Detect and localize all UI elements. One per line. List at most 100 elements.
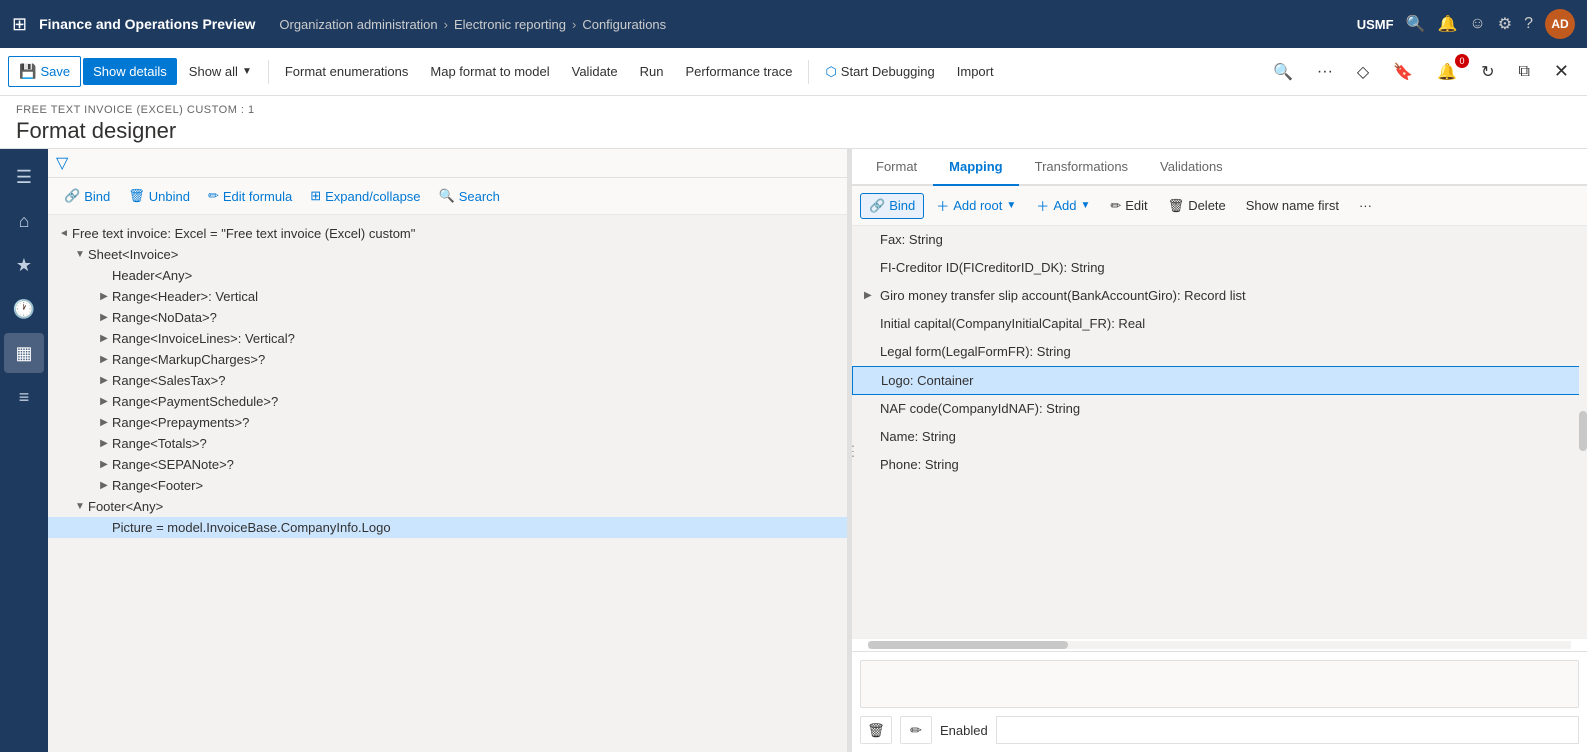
breadcrumb-config[interactable]: Configurations	[582, 17, 666, 32]
start-debugging-button[interactable]: ⬡ Start Debugging	[815, 58, 944, 86]
add-chevron-icon: ▼	[1080, 200, 1090, 211]
mapping-item-phone[interactable]: Phone: String	[852, 451, 1587, 479]
tree-item-range-footer[interactable]: ▶ Range<Footer>	[48, 475, 847, 496]
search-toolbar-icon[interactable]: 🔍	[1263, 56, 1303, 88]
tree-item-range-nodata[interactable]: ▶ Range<NoData>?	[48, 307, 847, 328]
mapping-item-giro[interactable]: ▶ Giro money transfer slip account(BankA…	[852, 282, 1587, 310]
tree-item-picture[interactable]: Picture = model.InvoiceBase.CompanyInfo.…	[48, 517, 847, 538]
bind-right-button[interactable]: 🔗 Bind	[860, 193, 924, 219]
mapping-item-initial-capital[interactable]: Initial capital(CompanyInitialCapital_FR…	[852, 310, 1587, 338]
range-prepayments-toggle-icon[interactable]: ▶	[96, 417, 112, 428]
add-button[interactable]: ＋ Add ▼	[1028, 192, 1098, 219]
notification-badge-btn[interactable]: 🔔 0	[1427, 56, 1467, 88]
import-button[interactable]: Import	[947, 58, 1004, 85]
mapping-item-logo[interactable]: Logo: Container	[852, 366, 1587, 395]
range-sepa-toggle-icon[interactable]: ▶	[96, 459, 112, 470]
range-salestax-toggle-icon[interactable]: ▶	[96, 375, 112, 386]
smiley-icon[interactable]: ☺	[1469, 15, 1485, 33]
h-scroll-container	[852, 638, 1587, 651]
tree-item-range-payment[interactable]: ▶ Range<PaymentSchedule>?	[48, 391, 847, 412]
formula-text-area[interactable]	[860, 660, 1579, 708]
edit-right-button[interactable]: ✏ Edit	[1102, 194, 1155, 218]
tree-item-sheet[interactable]: ▼ Sheet<Invoice>	[48, 244, 847, 265]
filter-icon[interactable]: ▽	[56, 153, 68, 173]
run-button[interactable]: Run	[630, 58, 674, 85]
tree-item-header[interactable]: Header<Any>	[48, 265, 847, 286]
more-right-button[interactable]: ···	[1351, 194, 1380, 217]
show-details-button[interactable]: Show details	[83, 58, 177, 85]
range-invoicelines-toggle-icon[interactable]: ▶	[96, 333, 112, 344]
tab-mapping[interactable]: Mapping	[933, 149, 1018, 186]
footer-toggle-icon[interactable]: ▼	[72, 501, 88, 512]
action-toolbar: 💾 Save Show details Show all ▼ Format en…	[0, 48, 1587, 96]
bookmark-icon[interactable]: 🔖	[1383, 56, 1423, 88]
mapping-item-legal-form[interactable]: Legal form(LegalFormFR): String	[852, 338, 1587, 366]
performance-trace-button[interactable]: Performance trace	[676, 58, 803, 85]
tree-item-range-invoicelines[interactable]: ▶ Range<InvoiceLines>: Vertical?	[48, 328, 847, 349]
root-toggle-icon[interactable]: ◄	[56, 228, 72, 239]
validate-button[interactable]: Validate	[562, 58, 628, 85]
breadcrumb-org[interactable]: Organization administration	[279, 17, 437, 32]
nav-workspaces-icon[interactable]: ▦	[4, 333, 44, 373]
save-button[interactable]: 💾 Save	[8, 56, 81, 87]
tree-item-footer[interactable]: ▼ Footer<Any>	[48, 496, 847, 517]
sheet-toggle-icon[interactable]: ▼	[72, 249, 88, 260]
tree-item-range-markup[interactable]: ▶ Range<MarkupCharges>?	[48, 349, 847, 370]
add-root-button[interactable]: ＋ Add root ▼	[928, 192, 1024, 219]
bind-left-button[interactable]: 🔗 Bind	[56, 184, 118, 208]
edit-formula-bottom-button[interactable]: ✏	[900, 716, 932, 744]
breadcrumb-er[interactable]: Electronic reporting	[454, 17, 566, 32]
range-totals-toggle-icon[interactable]: ▶	[96, 438, 112, 449]
tree-item-range-totals[interactable]: ▶ Range<Totals>?	[48, 433, 847, 454]
nav-favorites-icon[interactable]: ★	[4, 245, 44, 285]
show-name-first-button[interactable]: Show name first	[1238, 194, 1347, 217]
mapping-item-naf-code[interactable]: NAF code(CompanyIdNAF): String	[852, 395, 1587, 423]
range-nodata-toggle-icon[interactable]: ▶	[96, 312, 112, 323]
range-markup-toggle-icon[interactable]: ▶	[96, 354, 112, 365]
tab-transformations[interactable]: Transformations	[1019, 149, 1144, 186]
tree-item-range-prepayments[interactable]: ▶ Range<Prepayments>?	[48, 412, 847, 433]
delete-formula-button[interactable]: 🗑	[860, 716, 892, 744]
close-icon[interactable]: ✕	[1544, 55, 1579, 88]
nav-recent-icon[interactable]: 🕐	[4, 289, 44, 329]
help-icon[interactable]: ?	[1524, 15, 1533, 33]
bell-icon[interactable]: 🔔	[1437, 14, 1457, 34]
show-all-button[interactable]: Show all ▼	[179, 58, 262, 85]
expand-collapse-button[interactable]: ⊞ Expand/collapse	[302, 184, 428, 208]
search-left-button[interactable]: 🔍 Search	[431, 184, 508, 208]
range-header-toggle-icon[interactable]: ▶	[96, 291, 112, 302]
delete-right-button[interactable]: 🗑 Delete	[1160, 194, 1234, 218]
nav-home-icon[interactable]: ⌂	[4, 201, 44, 241]
mapping-scrollbar-thumb[interactable]	[1579, 411, 1587, 451]
tree-item-range-salestax[interactable]: ▶ Range<SalesTax>?	[48, 370, 847, 391]
enabled-input[interactable]	[996, 716, 1579, 744]
more-toolbar-icon[interactable]: ···	[1307, 57, 1343, 87]
tree-root-item[interactable]: ◄ Free text invoice: Excel = "Free text …	[48, 223, 847, 244]
app-title: Finance and Operations Preview	[39, 16, 255, 32]
tab-validations[interactable]: Validations	[1144, 149, 1239, 186]
mapping-item-name[interactable]: Name: String	[852, 423, 1587, 451]
mapping-item-fax[interactable]: Fax: String	[852, 226, 1587, 254]
open-new-icon[interactable]: ⧉	[1508, 57, 1539, 87]
range-footer-toggle-icon[interactable]: ▶	[96, 480, 112, 491]
giro-toggle-icon[interactable]: ▶	[864, 290, 880, 301]
format-enumerations-button[interactable]: Format enumerations	[275, 58, 419, 85]
nav-menu-icon[interactable]: ☰	[4, 157, 44, 197]
edit-formula-button[interactable]: ✏ Edit formula	[200, 184, 300, 208]
diamond-icon[interactable]: ◇	[1347, 56, 1379, 88]
tab-format[interactable]: Format	[860, 149, 933, 186]
mapping-item-fi-creditor[interactable]: FI-Creditor ID(FICreditorID_DK): String	[852, 254, 1587, 282]
unbind-button[interactable]: 🗑 Unbind	[120, 184, 198, 208]
nav-list-icon[interactable]: ≡	[4, 377, 44, 417]
search-icon[interactable]: 🔍	[1406, 14, 1426, 34]
avatar[interactable]: AD	[1545, 9, 1575, 39]
app-grid-icon[interactable]: ⊞	[12, 14, 27, 35]
map-format-button[interactable]: Map format to model	[420, 58, 559, 85]
refresh-icon[interactable]: ↻	[1471, 56, 1504, 88]
h-scroll-thumb[interactable]	[868, 641, 1068, 649]
tree-item-range-sepa[interactable]: ▶ Range<SEPANote>?	[48, 454, 847, 475]
tree-item-range-header[interactable]: ▶ Range<Header>: Vertical	[48, 286, 847, 307]
range-payment-toggle-icon[interactable]: ▶	[96, 396, 112, 407]
gear-icon[interactable]: ⚙	[1498, 14, 1512, 34]
debug-icon: ⬡	[825, 64, 836, 80]
